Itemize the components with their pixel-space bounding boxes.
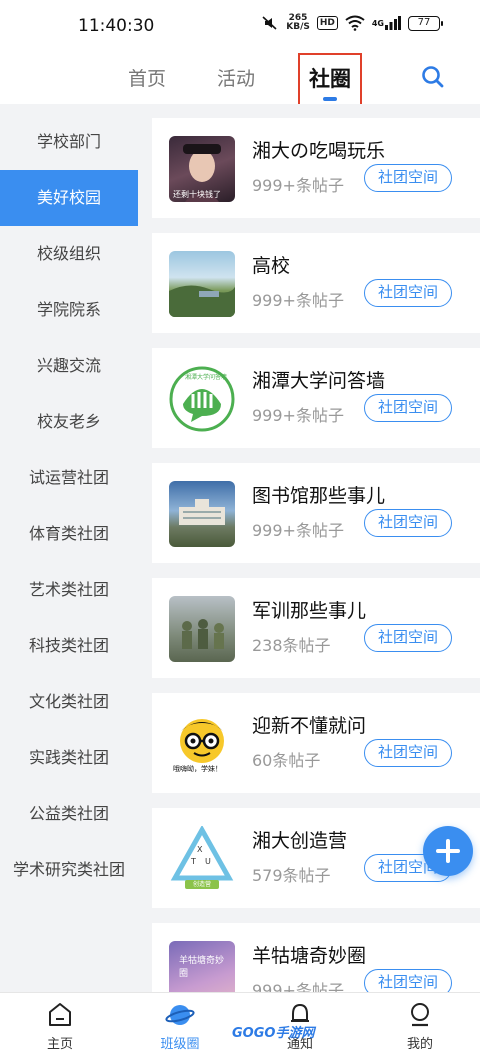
top-tabs: 首页 活动 社圈 xyxy=(0,52,480,111)
user-icon xyxy=(380,1001,460,1029)
community-card[interactable]: 还剩十块钱了 湘大の吃喝玩乐 999+条帖子 社团空间 xyxy=(152,118,480,218)
status-icons: 265 KB/S HD 4G 77 xyxy=(261,14,443,32)
community-card[interactable]: 羊牯塘奇妙圈 羊牯塘奇妙圈 999+条帖子 社团空间 xyxy=(152,923,480,992)
community-thumbnail: 还剩十块钱了 xyxy=(169,136,235,202)
sidebar-item-departments[interactable]: 学校部门 xyxy=(0,114,138,170)
sidebar-item-charity-clubs[interactable]: 公益类社团 xyxy=(0,786,138,842)
add-post-button[interactable] xyxy=(423,826,473,876)
sidebar-item-culture-clubs[interactable]: 文化类社团 xyxy=(0,674,138,730)
community-title: 高校 xyxy=(252,255,291,277)
network-type: 4G xyxy=(371,18,384,28)
signal-icon: 4G xyxy=(372,16,401,30)
community-title: 湘潭大学问答墙 xyxy=(252,370,386,392)
community-thumbnail: 湘潭大学问答墙 xyxy=(169,366,235,432)
nav-home-label: 主页 xyxy=(46,1037,73,1052)
tab-community[interactable]: 社圈 xyxy=(298,53,362,111)
sidebar-item-campus[interactable]: 美好校园 xyxy=(0,170,138,226)
community-thumbnail: XTU 创造营 xyxy=(169,826,235,892)
sidebar-item-academic-clubs[interactable]: 学术研究类社团 xyxy=(0,842,138,898)
community-card[interactable]: 图书馆那些事儿 999+条帖子 社团空间 xyxy=(152,463,480,563)
club-space-button[interactable]: 社团空间 xyxy=(364,394,452,422)
post-count: 579条帖子 xyxy=(252,866,331,885)
post-count: 999+条帖子 xyxy=(252,291,344,310)
thumbnail-caption: 哦嗨呦，学妹！ xyxy=(173,765,222,773)
battery-indicator: 77 xyxy=(408,15,443,31)
club-space-button[interactable]: 社团空间 xyxy=(364,969,452,992)
community-title: 湘大の吃喝玩乐 xyxy=(252,140,386,162)
thumbnail-caption: 湘潭大学问答墙 xyxy=(185,374,228,381)
nav-class-circle[interactable]: 班级圈 xyxy=(140,1001,220,1052)
search-icon[interactable] xyxy=(420,64,446,90)
community-title: 军训那些事儿 xyxy=(252,600,367,622)
post-count: 999+条帖子 xyxy=(252,981,344,992)
thumbnail-caption: 创造营 xyxy=(193,881,212,888)
sidebar-item-alumni[interactable]: 校友老乡 xyxy=(0,394,138,450)
sidebar-item-tech-clubs[interactable]: 科技类社团 xyxy=(0,618,138,674)
svg-text:T: T xyxy=(190,857,196,866)
post-count: 60条帖子 xyxy=(252,751,321,770)
sidebar-item-sports-clubs[interactable]: 体育类社团 xyxy=(0,506,138,562)
nav-mine-label: 我的 xyxy=(406,1037,433,1052)
thumbnail-caption: 还剩十块钱了 xyxy=(173,190,221,199)
post-count: 238条帖子 xyxy=(252,636,331,655)
club-space-button[interactable]: 社团空间 xyxy=(364,164,452,192)
wifi-icon xyxy=(345,15,365,31)
hd-badge: HD xyxy=(316,16,338,30)
club-space-button[interactable]: 社团空间 xyxy=(364,739,452,767)
category-sidebar: 学校部门 美好校园 校级组织 学院院系 兴趣交流 校友老乡 试运营社团 体育类社… xyxy=(0,114,138,992)
svg-text:U: U xyxy=(205,857,211,866)
plus-icon xyxy=(436,839,460,863)
community-thumbnail xyxy=(169,251,235,317)
community-thumbnail xyxy=(169,596,235,662)
tab-activity[interactable]: 活动 xyxy=(217,64,255,91)
post-count: 999+条帖子 xyxy=(252,176,344,195)
sidebar-item-practice-clubs[interactable]: 实践类社团 xyxy=(0,730,138,786)
community-card[interactable]: 军训那些事儿 238条帖子 社团空间 xyxy=(152,578,480,678)
home-icon xyxy=(20,1001,100,1029)
club-space-button[interactable]: 社团空间 xyxy=(364,509,452,537)
mute-icon xyxy=(261,15,279,31)
watermark-logo: GOGO手游网 xyxy=(232,1026,315,1041)
community-thumbnail: 哦嗨呦，学妹！ xyxy=(169,711,235,777)
nav-mine[interactable]: 我的 xyxy=(380,1001,460,1052)
sidebar-item-trial-clubs[interactable]: 试运营社团 xyxy=(0,450,138,506)
community-card[interactable]: 高校 999+条帖子 社团空间 xyxy=(152,233,480,333)
planet-icon xyxy=(140,1001,220,1029)
post-count: 999+条帖子 xyxy=(252,406,344,425)
sidebar-item-interests[interactable]: 兴趣交流 xyxy=(0,338,138,394)
post-count: 999+条帖子 xyxy=(252,521,344,540)
network-speed: 265 KB/S xyxy=(286,14,310,32)
tab-community-label: 社圈 xyxy=(309,67,351,91)
thumbnail-caption: 羊牯塘奇妙圈 xyxy=(179,956,225,979)
sidebar-item-school-orgs[interactable]: 校级组织 xyxy=(0,226,138,282)
sidebar-item-art-clubs[interactable]: 艺术类社团 xyxy=(0,562,138,618)
community-title: 湘大创造营 xyxy=(252,830,348,852)
sidebar-item-colleges[interactable]: 学院院系 xyxy=(0,282,138,338)
community-title: 图书馆那些事儿 xyxy=(252,485,386,507)
community-title: 羊牯塘奇妙圈 xyxy=(252,945,367,967)
content-area: 学校部门 美好校园 校级组织 学院院系 兴趣交流 校友老乡 试运营社团 体育类社… xyxy=(0,104,480,992)
speed-unit: KB/S xyxy=(286,22,310,32)
nav-home[interactable]: 主页 xyxy=(20,1001,100,1052)
community-thumbnail xyxy=(169,481,235,547)
club-space-button[interactable]: 社团空间 xyxy=(364,279,452,307)
tab-active-indicator xyxy=(323,97,337,101)
club-space-button[interactable]: 社团空间 xyxy=(364,624,452,652)
status-bar: 11:40:30 265 KB/S HD 4G 77 xyxy=(0,0,480,52)
community-title: 迎新不懂就问 xyxy=(252,715,367,737)
nav-class-circle-label: 班级圈 xyxy=(160,1037,200,1052)
community-card[interactable]: 湘潭大学问答墙 湘潭大学问答墙 999+条帖子 社团空间 xyxy=(152,348,480,448)
community-thumbnail: 羊牯塘奇妙圈 xyxy=(169,941,235,992)
tab-home[interactable]: 首页 xyxy=(128,64,166,91)
status-time: 11:40:30 xyxy=(78,16,155,36)
svg-text:X: X xyxy=(197,845,203,854)
community-card[interactable]: 哦嗨呦，学妹！ 迎新不懂就问 60条帖子 社团空间 xyxy=(152,693,480,793)
